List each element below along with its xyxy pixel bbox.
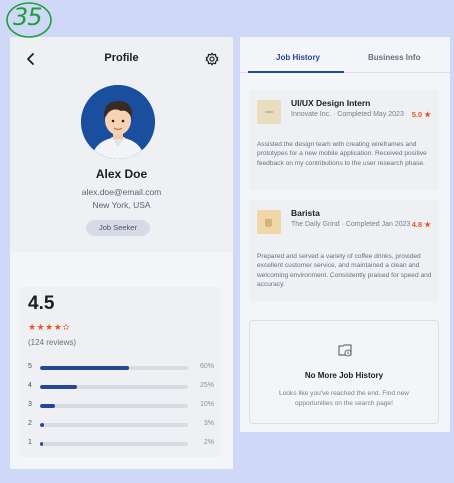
rating-row-label: 5 <box>28 363 32 370</box>
tab-job-history[interactable]: Job History <box>276 53 320 62</box>
star-rating-icon: ★★★★✫ <box>28 322 71 332</box>
tab-indicator <box>248 71 344 73</box>
rating-row-pct: 10% <box>199 401 214 408</box>
job-company: Innovate Inc. · Completed May 2023 <box>291 111 404 118</box>
history-panel: Job History Business Info UI/UX Design I… <box>240 37 450 432</box>
rating-row-label: 1 <box>28 439 32 446</box>
tab-bar: Job History Business Info <box>240 37 450 73</box>
top-bar: Profile <box>10 49 233 71</box>
avatar <box>81 85 155 159</box>
job-title: Barista <box>291 208 320 218</box>
rating-row-1: 1 2% <box>28 439 214 449</box>
rating-bar-fill <box>40 423 45 427</box>
history-end-icon <box>336 341 354 359</box>
company-logo-icon <box>257 100 281 124</box>
page-title: Profile <box>104 52 139 64</box>
rating-row-label: 4 <box>28 382 32 389</box>
rating-row-pct: 25% <box>199 382 214 389</box>
review-count: (124 reviews) <box>28 338 77 347</box>
end-title: No More Job History <box>304 371 384 380</box>
profile-email: alex.doe@email.com <box>81 187 162 197</box>
job-rating: 4.8 ★ <box>411 220 431 229</box>
end-message: Looks like you've reached the end. Find … <box>279 390 409 407</box>
job-rating: 5.0 ★ <box>411 110 431 119</box>
end-of-list-card: No More Job History Looks like you've re… <box>249 320 439 424</box>
company-logo-icon <box>257 210 281 234</box>
rating-row-3: 3 10% <box>28 401 214 411</box>
role-badge: Job Seeker <box>86 220 150 236</box>
rating-row-4: 4 25% <box>28 382 214 392</box>
rating-bar-fill <box>40 385 77 389</box>
profile-location: New York, USA <box>92 200 151 210</box>
rating-row-pct: 60% <box>199 363 214 370</box>
settings-button[interactable] <box>205 52 219 66</box>
rating-row-5: 5 60% <box>28 363 214 373</box>
rating-bar-fill <box>40 442 43 446</box>
profile-name: Alex Doe <box>95 167 148 181</box>
job-card[interactable]: UI/UX Design Intern Innovate Inc. · Comp… <box>249 90 439 190</box>
profile-panel: Profile Alex Doe alex.doe@email.com New … <box>10 37 233 469</box>
profile-header: Profile Alex Doe alex.doe@email.com New … <box>10 37 233 252</box>
rating-card: 4.5 ★★★★✫ (124 reviews) 5 60% 4 25% 3 10… <box>20 287 220 457</box>
annotation-circle: 35 <box>3 0 55 40</box>
gear-icon <box>205 52 219 66</box>
job-description: Assisted the design team with creating w… <box>257 141 427 167</box>
rating-bar-fill <box>40 366 129 370</box>
job-title: UI/UX Design Intern <box>291 98 371 108</box>
job-company: The Daily Grind · Completed Jan 2023 <box>291 221 411 228</box>
tab-business-info[interactable]: Business Info <box>368 53 420 62</box>
rating-row-label: 3 <box>28 401 32 408</box>
screen: Profile Alex Doe alex.doe@email.com New … <box>0 0 454 483</box>
rating-value: 4.5 <box>28 293 55 314</box>
rating-row-label: 2 <box>28 420 32 427</box>
rating-row-pct: 2% <box>203 439 214 446</box>
job-description: Prepared and served a variety of coffee … <box>257 253 432 288</box>
rating-row-2: 2 3% <box>28 420 214 430</box>
job-card[interactable]: Barista The Daily Grind · Completed Jan … <box>249 200 439 301</box>
rating-bar-fill <box>40 404 55 408</box>
annotation-label: 35 <box>13 3 43 31</box>
rating-row-pct: 3% <box>203 420 214 427</box>
